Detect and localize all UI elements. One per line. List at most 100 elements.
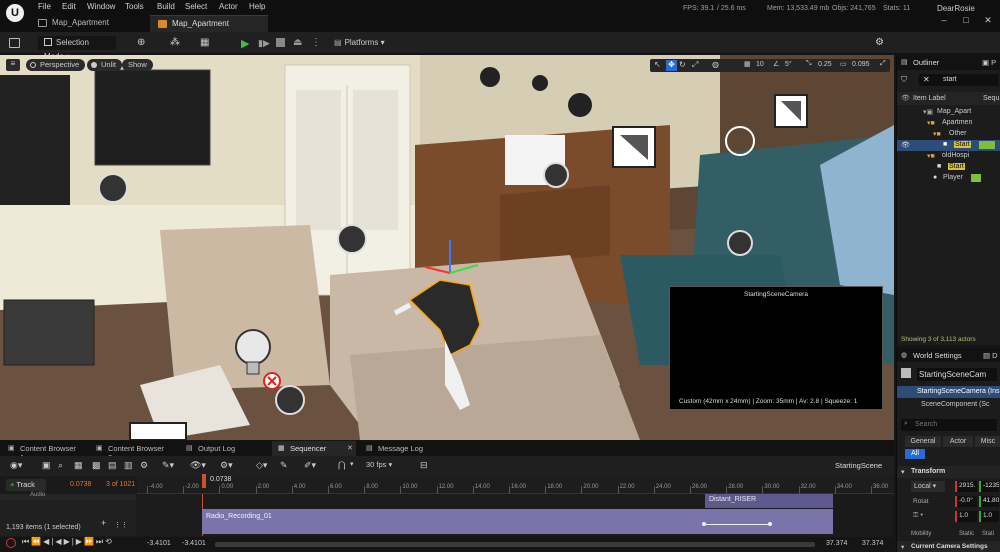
menu-edit[interactable]: Edit (62, 2, 76, 11)
outliner-tab-2[interactable]: ▣ P (982, 58, 996, 67)
snap-dropdown-icon[interactable]: ▾ (350, 460, 354, 468)
save-icon[interactable] (9, 38, 20, 48)
transform-section[interactable]: ▾ Transform (897, 466, 1000, 478)
angle-snap-value[interactable]: 5° (785, 61, 792, 68)
playhead-marker[interactable] (202, 474, 206, 488)
filter-actor[interactable]: Actor (943, 436, 973, 447)
show-button[interactable]: Show (122, 59, 153, 71)
selection-mode-dropdown[interactable]: Selection Mode ▾ (38, 36, 116, 61)
viewport-menu-icon[interactable]: ≡ (6, 59, 20, 71)
outliner-row[interactable]: ▾■ Apartmen (897, 118, 1000, 129)
visibility-eye-icon[interactable]: 👁 (901, 141, 910, 149)
keyframe[interactable] (768, 522, 772, 526)
sequence-name[interactable]: StartingScene (835, 461, 882, 470)
outliner-row[interactable]: ■ Start (897, 162, 1000, 173)
item-label-header[interactable]: Item Label (913, 95, 946, 102)
play-reverse-icon[interactable]: ◀ (55, 537, 63, 546)
perspective-button[interactable]: Perspective (26, 59, 86, 71)
eject-icon[interactable]: ⏏ (293, 37, 302, 48)
filter-general[interactable]: General (905, 436, 941, 447)
brush-icon[interactable]: ✐▾ (304, 460, 316, 471)
timeline-ruler[interactable]: -4.00 -2.00 0.00 2.00 4.00 6.00 8.00 10.00 12.00… (137, 476, 894, 494)
menu-file[interactable]: File (38, 2, 51, 11)
scale-tool-icon[interactable]: ⤢ (692, 60, 703, 71)
component-child[interactable]: SceneComponent (Sc (897, 399, 1000, 411)
curve-editor-icon[interactable]: ⊟ (420, 460, 428, 471)
stop-icon[interactable] (276, 38, 285, 47)
user-name[interactable]: DearRosie (937, 4, 975, 13)
menu-tools[interactable]: Tools (125, 2, 144, 11)
details-tab[interactable]: ▤ D (983, 351, 998, 360)
track-options-icon[interactable]: ⋮⋮ (114, 521, 128, 529)
select-tool-icon[interactable]: ↖ (654, 60, 665, 71)
rotate-tool-icon[interactable]: ↻ (679, 60, 690, 71)
outliner-search-input[interactable]: ✕ start (919, 74, 999, 86)
playback-options-icon[interactable]: ⚙▾ (220, 460, 233, 471)
next-key-icon[interactable]: ⏩ (84, 537, 96, 546)
maximize-viewport-icon[interactable]: ⤢ (880, 60, 886, 68)
key-tools-icon[interactable]: ✎▾ (162, 460, 174, 471)
step-back-icon[interactable]: ◀| (43, 537, 55, 546)
actor-name-field[interactable]: StartingSceneCam (917, 368, 997, 381)
cinematics-icon[interactable]: ▦ (200, 37, 214, 49)
outliner-row[interactable]: ▾■ oldHospi (897, 151, 1000, 162)
details-search-input[interactable]: ⌕ Search (901, 419, 997, 431)
tab-output-log[interactable]: ▤ Output Log (180, 441, 272, 456)
current-time[interactable]: 0.0738 (70, 481, 91, 488)
menu-build[interactable]: Build (157, 2, 175, 11)
component-root[interactable]: StartingSceneCamera (Ins (897, 386, 1000, 398)
save-sequence-icon[interactable]: ▣ (42, 460, 51, 471)
camera-speed-icon[interactable]: ▭ (840, 60, 847, 68)
filter-icon[interactable]: ⛉ (901, 75, 907, 85)
mobility-stationary[interactable]: Stati (982, 531, 994, 537)
filter-misc[interactable]: Misc (975, 436, 1000, 447)
settings-icon[interactable]: ⚙ (875, 37, 884, 48)
platforms-dropdown[interactable]: ▤ Platforms ▾ (334, 36, 394, 50)
camera-cut-icon[interactable]: ▤ (108, 460, 117, 471)
filter-all[interactable]: All (905, 449, 925, 459)
working-end-time[interactable]: 37.374 (862, 540, 883, 547)
scale-snap-value[interactable]: 0.25 (818, 61, 832, 68)
view-start-time[interactable]: -3.4101 (147, 540, 171, 547)
angle-snap-icon[interactable]: ∠ (773, 60, 779, 68)
doc-tab-map-2[interactable]: Map_Apartment (150, 15, 268, 32)
camera-speed-value[interactable]: 0.095 (852, 61, 870, 68)
world-settings-tab[interactable]: World Settings (913, 351, 962, 360)
maximize-icon[interactable]: □ (956, 15, 976, 29)
paint-icon[interactable]: ✎ (280, 460, 288, 471)
find-icon[interactable]: ▦ (74, 460, 83, 471)
level-viewport[interactable]: ≡ Perspective Unlit Show ↖ ✥ ↻ ⤢ ◍ ▦ 10 … (0, 55, 894, 440)
play-icon[interactable]: ▶ (64, 537, 72, 546)
tab-sequencer[interactable]: ▦ Sequencer ✕ (272, 441, 356, 456)
move-tool-icon[interactable]: ✥ (666, 60, 677, 71)
outliner-row[interactable]: ● Player (897, 173, 1000, 184)
grid-snap-icon[interactable]: ▦ (744, 60, 751, 68)
minimize-icon[interactable]: – (934, 15, 954, 29)
snap-magnet-icon[interactable]: ⋂ (338, 460, 345, 471)
menu-window[interactable]: Window (87, 2, 115, 11)
add-track-button[interactable]: + Track (6, 479, 46, 491)
menu-actor[interactable]: Actor (219, 2, 238, 11)
working-start-time[interactable]: -3.4101 (182, 540, 206, 547)
world-local-icon[interactable]: ◍ (712, 60, 723, 71)
location-mode-dropdown[interactable]: Local ▾ (911, 481, 945, 492)
play-icon[interactable]: ▶ (241, 37, 249, 50)
fps-dropdown[interactable]: 30 fps ▾ (366, 460, 392, 472)
rotation-y-field[interactable]: 41.80 (979, 496, 999, 507)
tab-content-browser-1[interactable]: ▣ Content Browser 1 (2, 441, 86, 462)
clip-radio-recording[interactable]: Radio_Recording_01 (202, 509, 833, 534)
camera-settings-section[interactable]: ▾ Current Camera Settings (897, 541, 1000, 552)
step-forward-icon[interactable]: |▶ (72, 537, 84, 546)
location-y-field[interactable]: -1235 (979, 481, 999, 492)
view-options-icon[interactable]: 👁▾ (190, 460, 206, 471)
timeline-scrollbar[interactable] (215, 542, 815, 547)
rotation-x-field[interactable]: -0.0° (955, 496, 977, 507)
menu-help[interactable]: Help (249, 2, 265, 11)
view-end-time[interactable]: 37.374 (826, 540, 847, 547)
location-x-field[interactable]: 2915. (955, 481, 977, 492)
prev-key-icon[interactable]: ⏪ (31, 537, 43, 546)
step-icon[interactable]: ▮▶ (258, 38, 270, 49)
key-interp-icon[interactable]: ◇▾ (256, 460, 267, 471)
doc-tab-map-1[interactable]: Map_Apartment (30, 15, 148, 32)
add-actor-icon[interactable]: ⊕ (137, 37, 149, 49)
